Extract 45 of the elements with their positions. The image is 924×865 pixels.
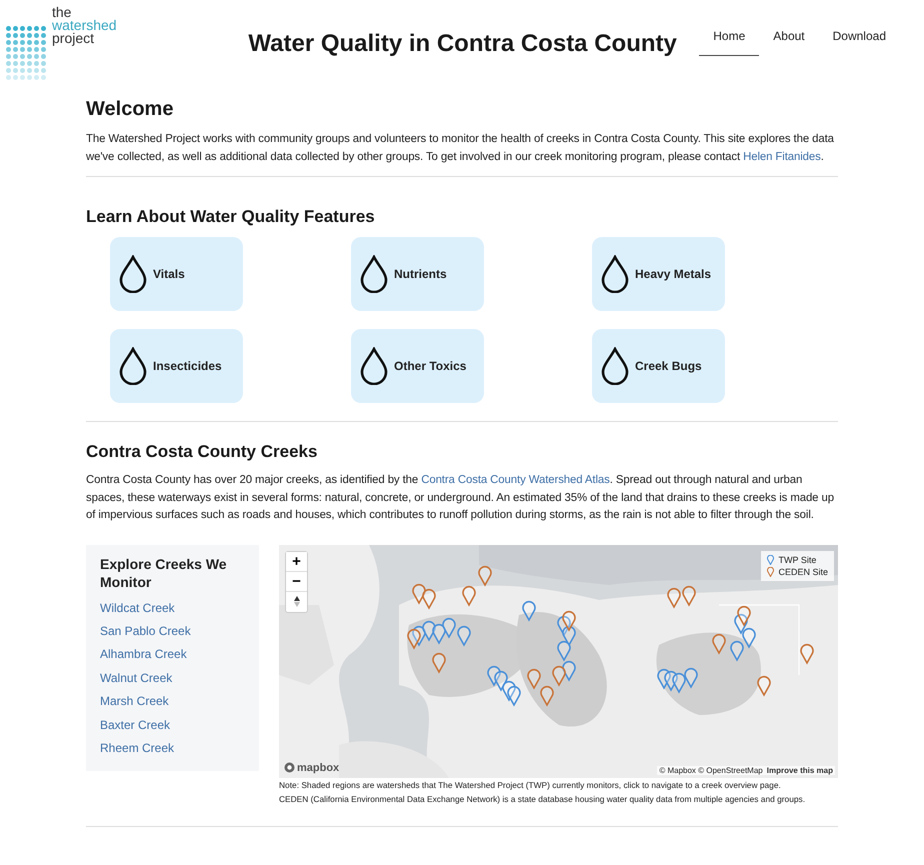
creek-link[interactable]: Baxter Creek bbox=[100, 714, 245, 737]
creek-link[interactable]: Walnut Creek bbox=[100, 666, 245, 690]
attribution-text: © Mapbox © OpenStreetMap bbox=[659, 766, 763, 774]
creek-link[interactable]: Alhambra Creek bbox=[100, 643, 245, 667]
nav-link[interactable]: Download bbox=[818, 26, 900, 56]
drop-icon bbox=[118, 347, 148, 385]
drop-icon bbox=[600, 255, 630, 293]
feature-card[interactable]: Creek Bugs bbox=[592, 329, 725, 403]
zoom-in-button[interactable]: + bbox=[286, 552, 307, 572]
welcome-text: The Watershed Project works with community groups and volunteers to monitor the health of creeks in Contra Costa County. This site explores the data we've collected, as well as additional data collected by other groups. To get involved in our creek monitoring program, please contact Helen Fitanides. bbox=[86, 132, 835, 164]
section-heading: Contra Costa County Creeks bbox=[86, 442, 318, 462]
drop-icon bbox=[359, 255, 389, 293]
drop-icon bbox=[118, 255, 148, 293]
logo-text: the bbox=[52, 6, 72, 19]
improve-map-link[interactable]: Improve this map bbox=[766, 766, 833, 774]
sidebar-heading: Explore Creeks We Monitor bbox=[100, 554, 228, 590]
feature-card[interactable]: Insecticides bbox=[110, 329, 243, 403]
legend-label: CEDEN Site bbox=[778, 566, 828, 576]
map-note: CEDEN (California Environmental Data Exchange Network) is a state database housing water quality data from multiple agencies and groups. bbox=[279, 792, 806, 806]
feature-card[interactable]: Nutrients bbox=[351, 237, 484, 311]
creek-link[interactable]: San Pablo Creek bbox=[100, 620, 245, 644]
feature-card[interactable]: Other Toxics bbox=[351, 329, 484, 403]
logo-text: project bbox=[52, 32, 94, 45]
nav-link[interactable]: Home bbox=[699, 26, 760, 56]
creek-link[interactable]: Marsh Creek bbox=[100, 690, 245, 714]
section-heading: Learn About Water Quality Features bbox=[86, 207, 376, 227]
mapbox-logo-icon bbox=[284, 762, 295, 773]
creeks-text: Contra Costa County has over 20 major creeks, as identified by the Contra Costa County Watershed Atlas. Spread out through natural and urban spaces, these waterways exist in several forms: natural, concrete, or underground. An estimated 35% of the land that drains to these creeks is made up of impervious surfaces such as roads and houses, which contributes to runoff pollution during storms, as the rain is not able to filter through the soil. bbox=[86, 473, 835, 523]
creek-link[interactable]: Wildcat Creek bbox=[100, 596, 245, 620]
map-note: Note: Shaded regions are watersheds that The Watershed Project (TWP) currently monitors, click to navigate to a creek overview page. bbox=[279, 778, 782, 792]
logo-text: watershed bbox=[52, 19, 117, 32]
feature-card[interactable]: Vitals bbox=[110, 237, 243, 311]
mapbox-logo: mapbox bbox=[297, 762, 340, 774]
compass-icon[interactable] bbox=[294, 596, 300, 607]
creek-link[interactable]: Rheem Creek bbox=[100, 736, 245, 760]
nav-link[interactable]: About bbox=[759, 26, 819, 56]
page-title: Water Quality in Contra Costa County bbox=[247, 30, 678, 58]
drop-icon bbox=[359, 347, 389, 385]
section-heading: Welcome bbox=[86, 98, 174, 121]
feature-card[interactable]: Heavy Metals bbox=[592, 237, 725, 311]
atlas-link[interactable]: Contra Costa County Watershed Atlas bbox=[421, 474, 610, 486]
logo-icon bbox=[6, 26, 46, 80]
legend-label: TWP Site bbox=[778, 554, 816, 564]
contact-link[interactable]: Helen Fitanides bbox=[743, 150, 821, 162]
drop-icon bbox=[600, 347, 630, 385]
